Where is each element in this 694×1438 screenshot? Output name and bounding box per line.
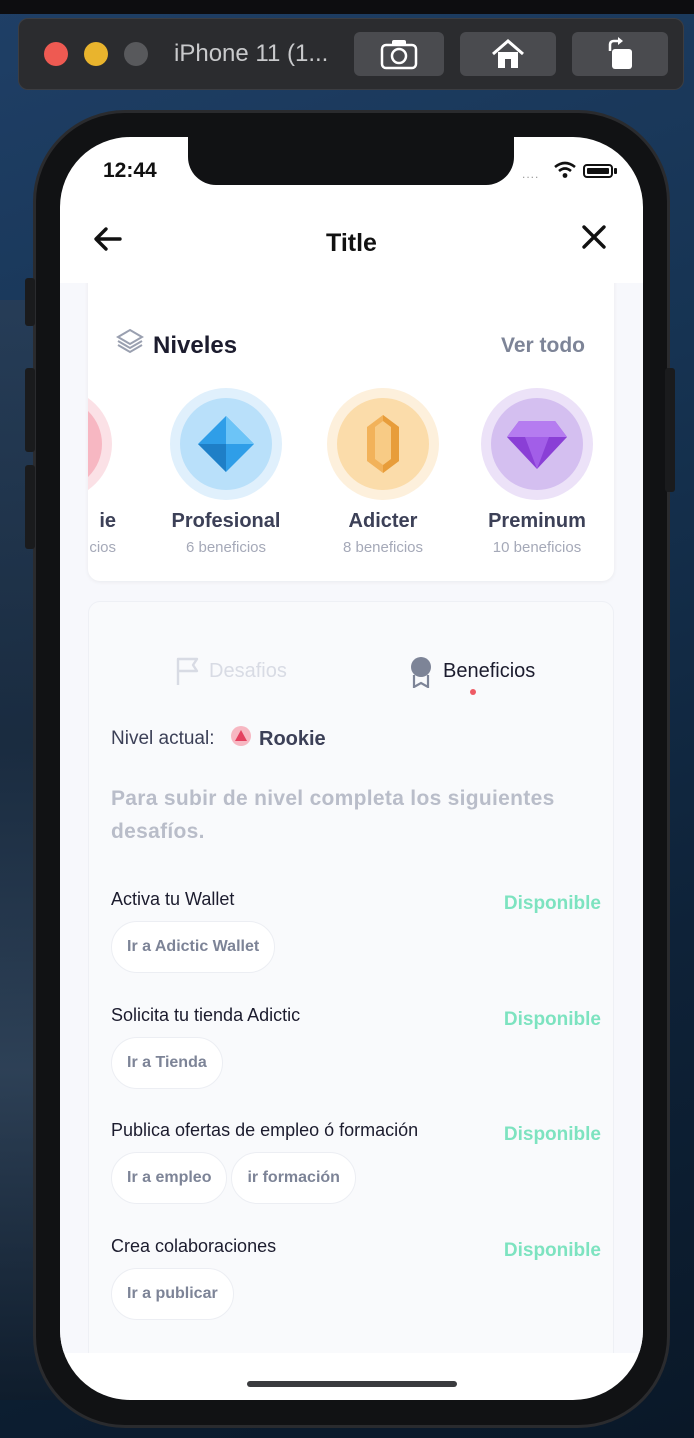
rotate-icon — [608, 37, 632, 69]
signal-indicator: .... — [522, 167, 540, 181]
tab-desafios[interactable]: Desafios — [175, 656, 287, 692]
page-title: Title — [326, 229, 377, 257]
level-badge — [337, 398, 429, 490]
level-badge-ring — [88, 388, 112, 500]
tab-beneficios[interactable]: Beneficios — [409, 656, 535, 694]
wifi-icon — [554, 161, 576, 178]
notch — [188, 137, 514, 185]
level-item-rookie[interactable]: ie cios — [88, 388, 126, 556]
diamond-gem-icon — [198, 416, 254, 472]
level-badge — [180, 398, 272, 490]
mute-switch — [25, 278, 35, 326]
current-level-value: Rookie — [259, 728, 326, 750]
go-to-jobs-button[interactable]: Ir a empleo — [111, 1152, 228, 1204]
power-button — [665, 368, 675, 492]
zoom-window-button[interactable] — [124, 42, 148, 66]
simulator-title: iPhone 11 (1... — [174, 40, 329, 67]
medal-icon — [411, 657, 431, 689]
level-name: ie — [99, 510, 116, 532]
crystal-gem-icon — [367, 415, 399, 473]
level-badge-ring — [327, 388, 439, 500]
level-name: Adicter — [348, 510, 418, 532]
flag-icon — [176, 657, 199, 685]
task-status: Disponible — [503, 1240, 601, 1261]
level-name: Preminum — [488, 510, 586, 532]
levels-card: Niveles Ver todo ie cios Profesional 6 b… — [88, 283, 614, 581]
home-indicator[interactable] — [247, 1381, 457, 1387]
level-benefits: 8 beneficios — [342, 539, 424, 556]
home-icon — [492, 39, 524, 68]
screenshot-button[interactable] — [354, 32, 444, 76]
level-up-description: Para subir de nivel completa los siguien… — [111, 787, 555, 843]
task-status: Disponible — [503, 1009, 601, 1030]
volume-up-button — [25, 368, 35, 452]
active-tab-indicator — [470, 689, 476, 695]
level-badge — [491, 398, 583, 490]
close-window-button[interactable] — [44, 42, 68, 66]
level-item-preminum[interactable]: Preminum 10 beneficios — [467, 388, 607, 556]
task-title: Solicita tu tienda Adictic — [111, 1005, 301, 1025]
level-item-profesional[interactable]: Profesional 6 beneficios — [156, 388, 296, 556]
level-badge-ring — [481, 388, 593, 500]
layers-icon — [116, 328, 144, 354]
level-benefits: 10 beneficios — [492, 539, 582, 556]
go-to-store-button[interactable]: Ir a Tienda — [111, 1037, 223, 1089]
go-to-wallet-button[interactable]: Ir a Adictic Wallet — [111, 921, 276, 973]
purple-gem-icon — [507, 421, 567, 469]
status-time: 12:44 — [103, 159, 157, 182]
level-benefits: 6 beneficios — [185, 539, 267, 556]
rookie-badge-icon — [231, 726, 251, 746]
tab-label: Beneficios — [443, 660, 536, 682]
task-title: Crea colaboraciones — [111, 1236, 277, 1256]
menu-bar-strip — [0, 0, 694, 14]
rotate-button[interactable] — [572, 32, 668, 76]
level-item-adicter[interactable]: Adicter 8 beneficios — [313, 388, 453, 556]
levels-title: Niveles — [153, 332, 238, 359]
level-benefits: cios — [89, 539, 116, 556]
tab-label: Desafios — [209, 660, 287, 682]
task-status: Disponible — [503, 1124, 601, 1145]
go-to-publish-button[interactable]: Ir a publicar — [111, 1268, 234, 1320]
level-badge-ring — [170, 388, 282, 500]
minimize-window-button[interactable] — [84, 42, 108, 66]
close-icon[interactable] — [580, 223, 608, 251]
go-to-training-button[interactable]: ir formación — [231, 1152, 356, 1204]
task-title: Activa tu Wallet — [111, 889, 235, 909]
task-status: Disponible — [503, 893, 601, 914]
task-title: Publica ofertas de empleo ó formación — [111, 1120, 419, 1140]
battery-icon — [583, 164, 613, 178]
current-level-label: Nivel actual: — [111, 728, 215, 749]
level-name: Profesional — [171, 510, 281, 532]
camera-icon — [380, 40, 418, 70]
level-badge — [88, 398, 102, 490]
battery-tip — [614, 168, 617, 174]
see-all-link[interactable]: Ver todo — [501, 334, 585, 358]
challenges-card: Desafios Beneficios Nivel actual: Rookie… — [88, 601, 614, 1353]
home-button[interactable] — [460, 32, 556, 76]
volume-down-button — [25, 465, 35, 549]
scroll-content[interactable]: Niveles Ver todo ie cios Profesional 6 b… — [60, 283, 643, 1353]
phone-screen: 12:44 .... Title Niveles Ver todo ie cio… — [60, 137, 643, 1400]
